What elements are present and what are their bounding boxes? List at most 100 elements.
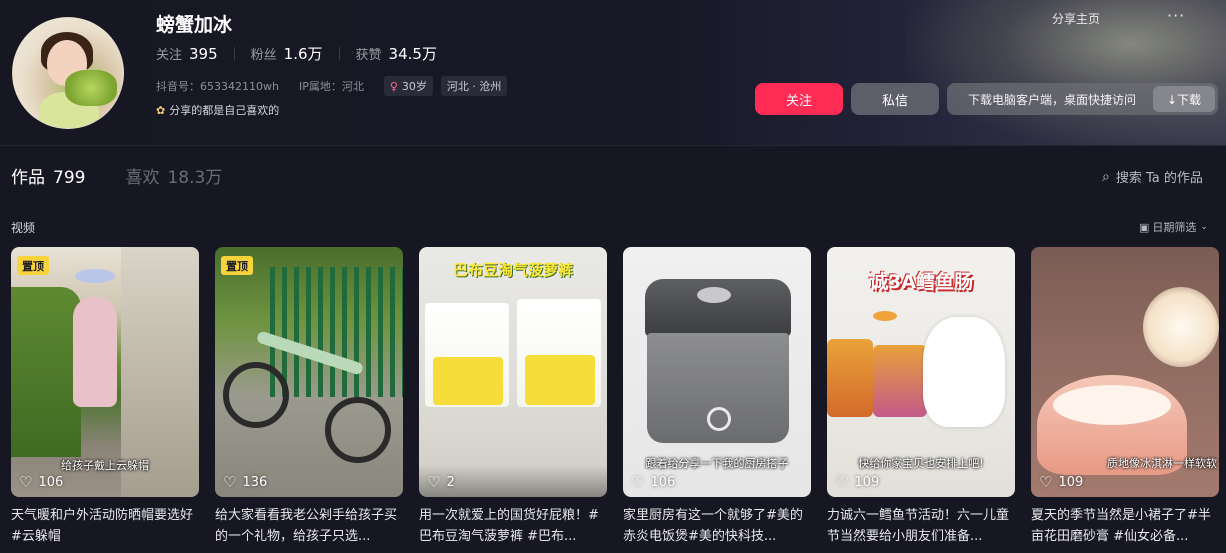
video-banner-text: 诚3A鳕鱼肠 (869, 271, 973, 293)
video-thumbnail[interactable]: 跟着给分享一下我的厨房搭子 ♡ 106 (623, 247, 811, 497)
stat-likes-value: 34.5万 (388, 45, 437, 63)
rice-cooker-dial-shape (707, 407, 731, 431)
video-likes: ♡ 106 (19, 473, 63, 491)
douyin-id: 抖音号：653342110wh (156, 80, 279, 93)
pineapple-print-shape (433, 357, 503, 405)
video-banner-text: 巴布豆淘气菠萝裤 (452, 261, 573, 279)
avatar-grapes-shape (65, 70, 117, 106)
bio-text: 分享的都是自己喜欢的 (169, 104, 280, 117)
pinned-badge: 置顶 (221, 256, 253, 275)
age-tag: ♀ 30岁 (383, 76, 433, 96)
heart-icon: ♡ (223, 473, 237, 491)
cream-surface-shape (1053, 385, 1171, 425)
profile-bio: ✿ 分享的都是自己喜欢的 (156, 102, 279, 118)
date-filter-label: 日期筛选 (1152, 221, 1197, 234)
video-thumbnail[interactable]: 质地像冰淇淋一样软软 ♡ 109 (1031, 247, 1219, 497)
download-hint-text: 下载电脑客户端，桌面快捷访问 (967, 92, 1136, 107)
tab-works[interactable]: 作品 799 (11, 163, 85, 188)
video-likes: ♡ 106 (631, 473, 675, 491)
heart-icon: ♡ (19, 473, 33, 491)
plush-goose-shape (923, 317, 1005, 427)
cream-scoop-shape (1143, 287, 1219, 367)
video-caption[interactable]: 用一次就爱上的国货好屁粮！#巴布豆淘气菠萝裤 #巴布... (419, 505, 607, 547)
stat-likes-label: 获赞 (355, 48, 382, 63)
video-likes-count: 106 (650, 474, 676, 490)
video-card[interactable]: 质地像冰淇淋一样软软 ♡ 109 夏天的季节当然是小裙子了#半亩花田磨砂膏 #仙… (1031, 247, 1219, 547)
section-label-videos: 视频 (11, 221, 36, 235)
video-thumbnail[interactable]: 诚3A鳕鱼肠 快给你家宝贝也安排上吧! ♡ 109 (827, 247, 1015, 497)
product-jar-shape (873, 345, 927, 417)
region-tag: 河北 · 沧州 (440, 76, 508, 96)
tab-works-count: 799 (53, 168, 86, 188)
video-card[interactable]: 诚3A鳕鱼肠 快给你家宝贝也安排上吧! ♡ 109 力诚六一鳕鱼节活动！六一儿童… (827, 247, 1015, 547)
stat-likes: 获赞 34.5万 (356, 43, 437, 64)
video-card[interactable]: 跟着给分享一下我的厨房搭子 ♡ 106 家里厨房有这一个就够了#美的赤炎电饭煲#… (623, 247, 811, 547)
search-icon: ⌕ (1102, 168, 1110, 185)
share-home-button[interactable]: 分享主页 (1052, 10, 1100, 27)
date-filter-dropdown[interactable]: ▣ 日期筛选 ⌄ (1139, 219, 1208, 235)
video-thumbnail[interactable]: 置顶 ♡ 136 (215, 247, 403, 497)
heart-icon: ♡ (427, 473, 441, 491)
calendar-icon: ▣ (1139, 220, 1150, 234)
video-likes-count: 106 (38, 474, 64, 490)
follow-button[interactable]: 关注 (755, 83, 843, 115)
chevron-down-icon: ⌄ (1200, 222, 1208, 232)
video-overlay-text: 给孩子戴上云躲帽 (61, 459, 149, 472)
video-likes-count: 2 (446, 474, 455, 490)
video-card[interactable]: 巴布豆淘气菠萝裤 ♡ 2 用一次就爱上的国货好屁粮！#巴布豆淘气菠萝裤 #巴布.… (419, 247, 607, 547)
pineapple-print-shape (525, 355, 595, 405)
sun-hat-shape (75, 269, 115, 283)
download-client-banner[interactable]: 下载电脑客户端，桌面快捷访问 ↓下载 (947, 83, 1218, 115)
header-divider (0, 145, 1226, 146)
message-button[interactable]: 私信 (851, 83, 939, 115)
video-caption[interactable]: 夏天的季节当然是小裙子了#半亩花田磨砂膏 #仙女必备... (1031, 505, 1219, 547)
stat-divider (338, 47, 340, 60)
profile-tabs: 作品 799 喜欢 18.3万 (11, 163, 262, 188)
video-caption[interactable]: 力诚六一鳕鱼节活动！六一儿童节当然要给小朋友们准备... (827, 505, 1015, 547)
video-overlay-text: 跟着给分享一下我的厨房搭子 (645, 457, 789, 470)
download-button[interactable]: ↓下载 (1153, 86, 1215, 112)
goose-beak-shape (873, 311, 897, 321)
video-overlay-text: 快给你家宝贝也安排上吧! (858, 457, 984, 470)
video-caption[interactable]: 天气暖和户外活动防晒帽要选好#云躲帽 (11, 505, 199, 547)
hedge-shape (11, 287, 81, 457)
profile-stats: 关注 395 粉丝 1.6万 获赞 34.5万 (156, 43, 437, 64)
pinned-badge: 置顶 (17, 256, 49, 275)
bike-wheel-shape (223, 362, 289, 428)
video-overlay-text: 质地像冰淇淋一样软软 (1107, 457, 1217, 470)
stat-following[interactable]: 关注 395 (156, 44, 218, 63)
video-likes-count: 109 (854, 474, 880, 490)
video-likes: ♡ 136 (223, 473, 267, 491)
video-thumbnail[interactable]: 置顶 给孩子戴上云躲帽 ♡ 106 (11, 247, 199, 497)
stat-followers[interactable]: 粉丝 1.6万 (251, 43, 323, 64)
video-likes: ♡ 2 (427, 473, 455, 491)
fence-shape (270, 267, 403, 397)
flower-icon: ✿ (156, 103, 166, 117)
video-likes-count: 136 (242, 474, 268, 490)
video-card[interactable]: 置顶 给孩子戴上云躲帽 ♡ 106 天气暖和户外活动防晒帽要选好#云躲帽 (11, 247, 199, 547)
video-caption[interactable]: 家里厨房有这一个就够了#美的赤炎电饭煲#美的快科技... (623, 505, 811, 547)
search-works-label: 搜索 Ta 的作品 (1115, 171, 1203, 186)
heart-icon: ♡ (631, 473, 645, 491)
more-options-icon[interactable]: ··· (1167, 6, 1185, 25)
video-card[interactable]: 置顶 ♡ 136 给大家看看我老公剁手给孩子买的一个礼物，给孩子只选... (215, 247, 403, 547)
video-likes: ♡ 109 (835, 473, 879, 491)
tab-likes[interactable]: 喜欢 18.3万 (125, 163, 222, 188)
video-likes: ♡ 109 (1039, 473, 1083, 491)
heart-icon: ♡ (1039, 473, 1053, 491)
female-gender-icon: ♀ (389, 79, 398, 93)
heart-icon: ♡ (835, 473, 849, 491)
search-works-button[interactable]: ⌕ 搜索 Ta 的作品 (1102, 167, 1203, 187)
stat-following-value: 395 (189, 45, 218, 63)
rice-cooker-knob-shape (697, 287, 731, 303)
video-thumbnail[interactable]: 巴布豆淘气菠萝裤 ♡ 2 (419, 247, 607, 497)
video-caption[interactable]: 给大家看看我老公剁手给孩子买的一个礼物，给孩子只选... (215, 505, 403, 547)
stat-followers-value: 1.6万 (283, 45, 323, 63)
stat-followers-label: 粉丝 (250, 48, 277, 63)
product-jar-shape (827, 339, 873, 417)
avatar[interactable] (12, 17, 124, 129)
bike-wheel-shape (325, 397, 391, 463)
ip-location: IP属地：河北 (298, 80, 364, 93)
video-likes-count: 109 (1058, 474, 1084, 490)
age-tag-label: 30岁 (401, 80, 427, 93)
